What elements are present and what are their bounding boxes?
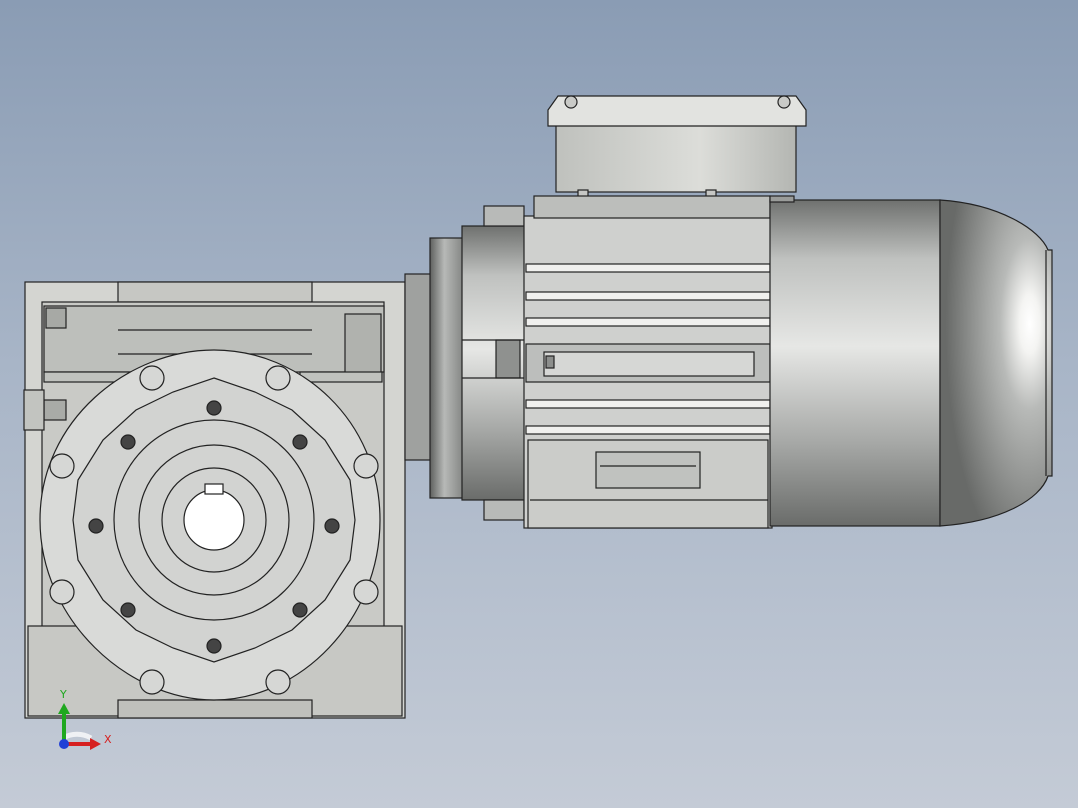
x-axis-arrowhead [90, 738, 101, 750]
motor-adapter[interactable] [404, 205, 527, 521]
terminal-box[interactable] [533, 95, 807, 219]
fan-cover[interactable] [939, 199, 1053, 527]
motor-stator[interactable] [769, 195, 941, 527]
y-axis-label: Y [60, 688, 67, 701]
motor-body[interactable] [523, 215, 794, 529]
model-view[interactable] [0, 0, 1078, 808]
z-axis-marker [59, 739, 69, 749]
x-axis-label: X [104, 733, 112, 746]
cad-viewport[interactable]: X Y [0, 0, 1078, 808]
